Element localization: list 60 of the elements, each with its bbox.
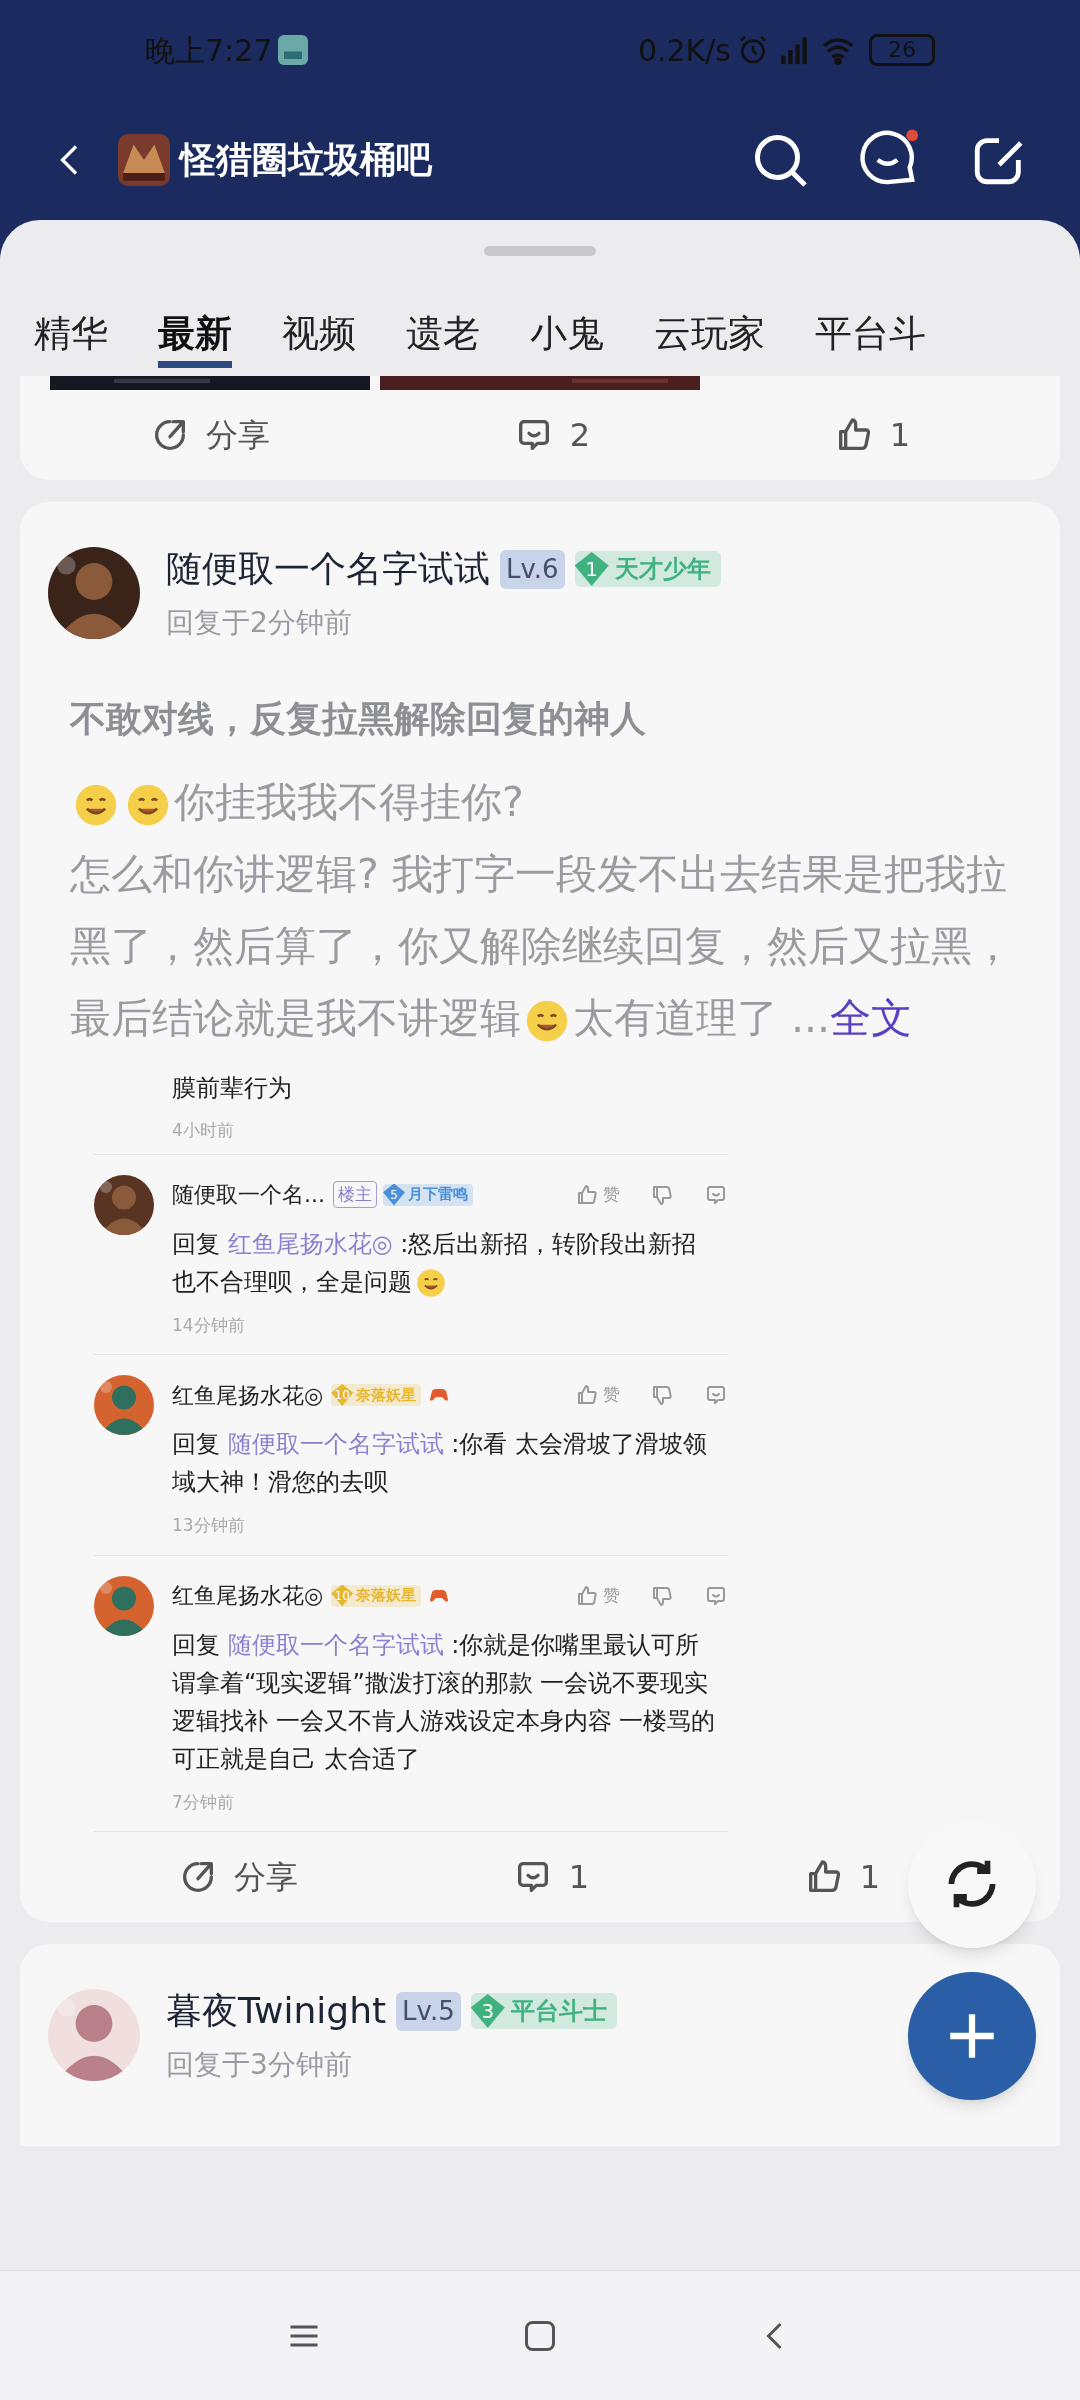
level-tag: Lv.5 xyxy=(396,1991,461,2031)
full-text-link[interactable]: 全文 xyxy=(830,994,913,1042)
comment-time: 7分钟前 xyxy=(172,1790,235,1814)
commenter-name[interactable]: 随便取一个名... xyxy=(172,1178,325,1211)
badge-level: 3 xyxy=(470,1994,505,2028)
comment-icon xyxy=(704,1383,728,1407)
badge-level: 10 xyxy=(331,1584,354,1607)
comment-button[interactable]: 1 xyxy=(512,1853,589,1901)
status-time: 晚上7:27 xyxy=(145,31,273,70)
badge-level: 1 xyxy=(574,552,609,586)
category-tab[interactable]: 遗老 xyxy=(406,305,480,368)
badge-title: 月下雷鸣 xyxy=(408,1184,468,1206)
thumbs-down-icon xyxy=(650,1383,674,1407)
badge-title: 奈落妖星 xyxy=(356,1384,417,1406)
emoji-icon xyxy=(416,1267,446,1298)
thumbs-up-icon xyxy=(575,1583,599,1608)
category-tab[interactable]: 视频 xyxy=(282,305,356,368)
thumbs-up-icon xyxy=(575,1383,599,1407)
category-tab[interactable]: 小鬼 xyxy=(530,305,604,368)
post-text: 怎么和你讲逻辑? 我打字一段发不出去结果是把我拉黑了，然后算了，你又解除继续回复，然后又拉黑，最后结论就是我不讲逻辑 太有道理了 ...全文 xyxy=(70,849,1014,1045)
category-tab[interactable]: 最新 xyxy=(158,305,232,368)
comment-text: 回复 随便取一个名字试试 :你看 太会滑坡了滑坡领域大神！滑您的去呗 xyxy=(172,1429,708,1498)
share-button[interactable]: 分享 xyxy=(178,1853,298,1901)
alarm-icon xyxy=(737,34,769,66)
op-tag: 楼主 xyxy=(333,1180,377,1209)
badge-level: 10 xyxy=(331,1384,354,1406)
author-name[interactable]: 随便取一个名字试试 xyxy=(166,542,490,596)
level-tag: Lv.6 xyxy=(500,549,565,589)
comment-time: 14分钟前 xyxy=(172,1313,246,1337)
comment-button[interactable]: 2 xyxy=(513,411,590,459)
thumbs-up-icon xyxy=(575,1182,599,1207)
reply-time: 回复于2分钟前 xyxy=(166,605,353,641)
post-text: 你挂我我不得挂你? xyxy=(70,766,1030,838)
comment-text: 回复 随便取一个名字试试 :你就是你嘴里最认可所谓拿着“现实逻辑”撒泼打滚的那款 一会说不要现实逻辑找补 一会又不肯人游戏设定本身内容 一楼骂的可正就是自己 太合适了 xyxy=(172,1629,717,1775)
battery-indicator: 26 xyxy=(869,34,935,66)
badge-level: 5 xyxy=(383,1183,405,1206)
comment-text: 回复 红鱼尾扬水花◎ :怒后出新招，转阶段出新招也不合理呗，全是问题 xyxy=(172,1228,698,1300)
like-button[interactable]: 1 xyxy=(803,1853,880,1901)
drag-handle[interactable] xyxy=(484,246,596,256)
commenter-name[interactable]: 红鱼尾扬水花◎ xyxy=(172,1579,324,1612)
forum-title: 怪猎圈垃圾桶吧 xyxy=(180,138,432,182)
comment-time: 13分钟前 xyxy=(172,1514,246,1537)
network-speed: 0.2K/s xyxy=(637,31,731,70)
category-tab[interactable]: 云玩家 xyxy=(654,305,765,368)
badge-title: 平台斗士 xyxy=(510,1996,607,2027)
reply-time: 回复于3分钟前 xyxy=(166,2047,353,2083)
badge-title: 天才少年 xyxy=(614,554,711,585)
commenter-name[interactable]: 红鱼尾扬水花◎ xyxy=(172,1378,324,1412)
author-name[interactable]: 暮夜Twinight xyxy=(166,1984,387,2038)
emoji-icon xyxy=(525,999,569,1043)
category-tab[interactable]: 平台斗 xyxy=(815,305,926,368)
badge-title: 奈落妖星 xyxy=(356,1585,417,1607)
emoji-icon xyxy=(126,783,170,827)
share-button[interactable]: 分享 xyxy=(150,411,270,459)
notification-icon xyxy=(278,35,309,65)
like-button[interactable]: 1 xyxy=(833,411,910,459)
emoji-icon xyxy=(74,783,118,827)
comment-text: 膜前辈行为 xyxy=(172,1073,293,1104)
comment-time: 4小时前 xyxy=(172,1119,235,1142)
category-tab[interactable]: 精华 xyxy=(34,305,108,368)
